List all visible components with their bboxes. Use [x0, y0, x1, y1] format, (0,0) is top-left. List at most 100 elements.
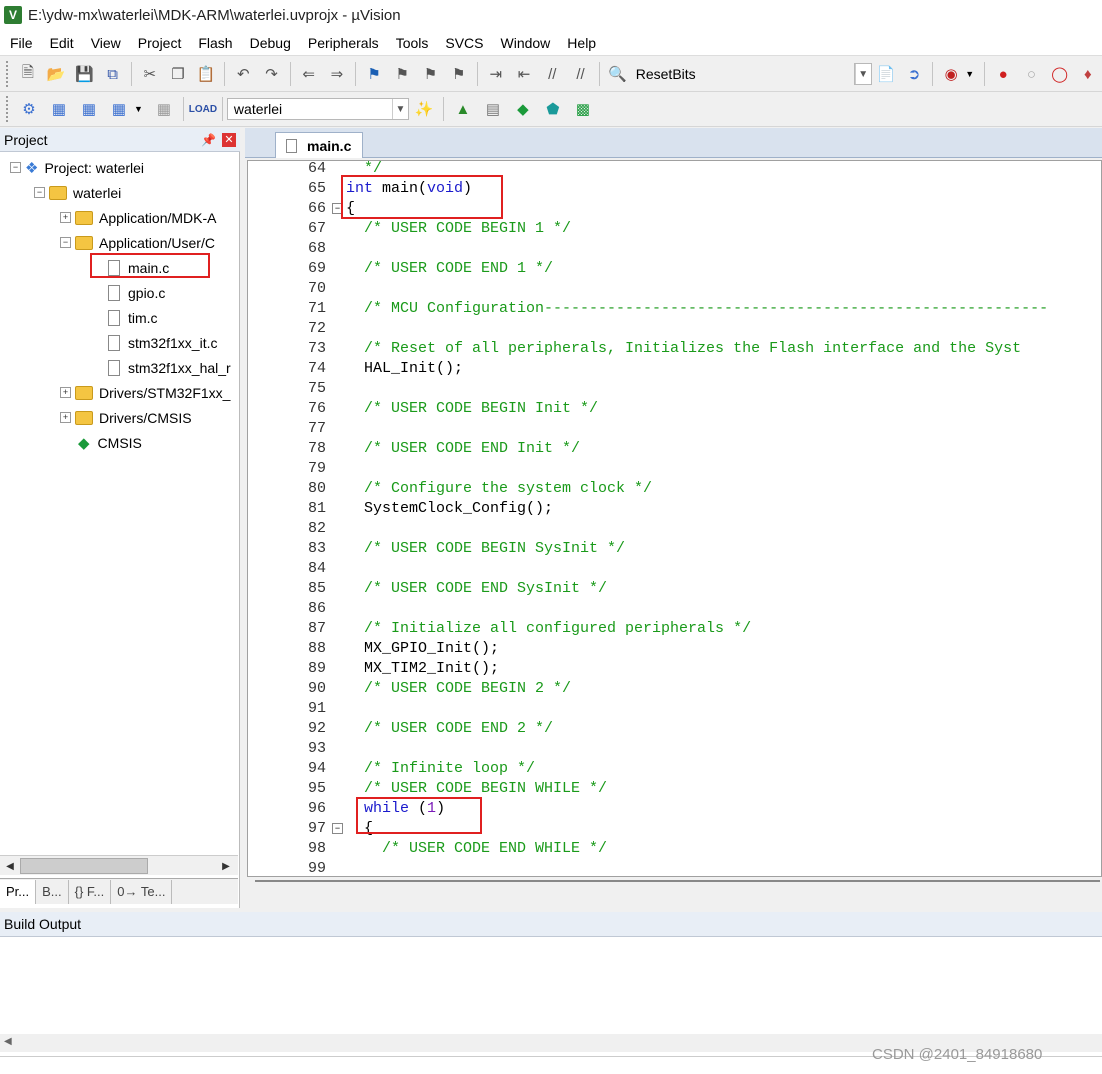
options-for-target-icon[interactable]: ✨ [413, 98, 435, 120]
new-file-icon[interactable]: 🗎 [18, 63, 38, 85]
menu-view[interactable]: View [81, 35, 128, 51]
menu-window[interactable]: Window [491, 35, 558, 51]
tree-item-file-hal[interactable]: stm32f1xx_hal_r [108, 355, 231, 380]
folder-icon [75, 210, 93, 225]
tree-item-group-user[interactable]: − Application/User/C [60, 230, 215, 255]
incremental-find-icon[interactable]: ➲ [904, 63, 924, 85]
unindent-icon[interactable]: ⇤ [514, 63, 534, 85]
find-in-files-icon[interactable]: 🔍 [608, 63, 628, 85]
menu-file[interactable]: File [0, 35, 40, 51]
pin-icon[interactable]: 📌 [201, 133, 216, 147]
tree-item-group-drivers-cmsis[interactable]: + Drivers/CMSIS [60, 405, 192, 430]
find-combo[interactable]: ▼ [853, 63, 872, 85]
fold-toggle-icon[interactable]: − [332, 823, 343, 834]
code-editor[interactable]: 64 65 66 − 67 68 69 70 71 72 73 74 75 76 77 78 79 80 81 82 8… [247, 160, 1102, 877]
scroll-thumb[interactable] [20, 858, 148, 874]
tab-main-c[interactable]: main.c [275, 132, 363, 158]
pack-installer-icon[interactable]: ▩ [572, 98, 594, 120]
chevron-down-icon[interactable]: ▼ [391, 99, 408, 119]
expand-icon[interactable]: + [60, 212, 71, 223]
file-toolbar: 🗎 📂 💾 ⧉ ✂ ❐ 📋 ↶ ↷ ⇐ ⇒ ⚑ ⚑ ⚑ ⚑ ⇥ ⇤ // // … [0, 57, 1102, 92]
project-icon: ❖ [25, 159, 39, 177]
save-icon[interactable]: 💾 [74, 63, 94, 85]
project-panel: Project 📌 ✕ − ❖ Project: waterlei − wate… [0, 128, 240, 908]
kill-breakpoints-icon[interactable]: ◯ [1050, 63, 1070, 85]
download-load-icon[interactable]: LOAD [189, 98, 217, 120]
prev-bookmark-icon[interactable]: ⚑ [392, 63, 412, 85]
chevron-down-icon[interactable]: ▼ [134, 104, 143, 114]
cut-icon[interactable]: ✂ [140, 63, 160, 85]
chevron-down-icon[interactable]: ▼ [965, 69, 974, 79]
tree-item-cmsis[interactable]: ◆ CMSIS [78, 430, 142, 455]
uncomment-icon[interactable]: // [570, 63, 590, 85]
collapse-icon[interactable]: − [34, 187, 45, 198]
tree-item-group-mdk[interactable]: + Application/MDK-A [60, 205, 217, 230]
menu-flash[interactable]: Flash [188, 35, 239, 51]
menu-svcs[interactable]: SVCS [435, 35, 490, 51]
select-packs-icon[interactable]: ⬟ [542, 98, 564, 120]
clear-bookmarks-icon[interactable]: ⚑ [449, 63, 469, 85]
toolbar-grip[interactable] [6, 96, 10, 122]
tab-books[interactable]: B... [36, 879, 69, 904]
paste-icon[interactable]: 📋 [196, 63, 216, 85]
open-folder-icon[interactable]: 📂 [46, 63, 66, 85]
scroll-left-icon[interactable]: ◀ [2, 858, 18, 874]
menu-edit[interactable]: Edit [40, 35, 81, 51]
code-line: /* USER CODE BEGIN Init */ [346, 400, 599, 417]
editor-horizontal-scrollbar[interactable] [255, 880, 1100, 890]
disable-breakpoint-icon[interactable]: ○ [1021, 63, 1041, 85]
expand-icon[interactable]: + [60, 412, 71, 423]
tree-item-file-it[interactable]: stm32f1xx_it.c [108, 330, 217, 355]
tree-item-project-root[interactable]: − ❖ Project: waterlei [10, 155, 144, 180]
manage-rte-icon[interactable]: ◆ [512, 98, 534, 120]
line-number: 73 [307, 340, 326, 357]
translate-icon[interactable]: ⚙ [18, 98, 40, 120]
redo-icon[interactable]: ↷ [261, 63, 281, 85]
menu-peripherals[interactable]: Peripherals [298, 35, 386, 51]
menu-project[interactable]: Project [128, 35, 189, 51]
file-extensions-icon[interactable]: ▤ [482, 98, 504, 120]
project-horizontal-scrollbar[interactable]: ◀ ▶ [0, 855, 238, 875]
undo-icon[interactable]: ↶ [233, 63, 253, 85]
breakpoint-icon[interactable]: ● [993, 63, 1013, 85]
target-select[interactable]: waterlei ▼ [226, 98, 409, 120]
tab-project[interactable]: Pr... [0, 879, 37, 904]
tab-templates[interactable]: 0→ Te... [111, 879, 173, 904]
scroll-right-icon[interactable]: ▶ [218, 858, 234, 874]
code-line: MX_TIM2_Init(); [346, 660, 500, 677]
toolbar-grip[interactable] [6, 61, 10, 87]
tree-item-group-drivers-stm32[interactable]: + Drivers/STM32F1xx_ [60, 380, 230, 405]
bookmark-icon[interactable]: ⚑ [364, 63, 384, 85]
line-number: 91 [307, 700, 326, 717]
next-bookmark-icon[interactable]: ⚑ [420, 63, 440, 85]
collapse-icon[interactable]: − [60, 237, 71, 248]
close-icon[interactable]: ✕ [222, 132, 236, 147]
watch-icon[interactable]: ♦ [1078, 63, 1098, 85]
menu-help[interactable]: Help [557, 35, 603, 51]
tree-item-file-tim[interactable]: tim.c [108, 305, 158, 330]
rebuild-icon[interactable]: ▦ [78, 98, 100, 120]
indent-icon[interactable]: ⇥ [486, 63, 506, 85]
manage-project-items-icon[interactable]: ▲ [452, 98, 474, 120]
menu-tools[interactable]: Tools [386, 35, 436, 51]
copy-icon[interactable]: ❐ [168, 63, 188, 85]
tree-item-file-gpio[interactable]: gpio.c [108, 280, 165, 305]
tab-functions[interactable]: {} F... [69, 879, 112, 904]
scroll-left-icon[interactable]: ◀ [4, 1036, 12, 1047]
tree-item-target[interactable]: − waterlei [34, 180, 121, 205]
resetbits-label[interactable]: ResetBits [636, 66, 696, 82]
line-number: 84 [307, 560, 326, 577]
debug-session-icon[interactable]: ◉ [941, 63, 961, 85]
nav-forward-icon[interactable]: ⇒ [327, 63, 347, 85]
stop-build-icon[interactable]: ▦ [153, 98, 175, 120]
save-all-icon[interactable]: ⧉ [103, 63, 123, 85]
nav-back-icon[interactable]: ⇐ [299, 63, 319, 85]
find-icon[interactable]: 📄 [876, 63, 896, 85]
comment-icon[interactable]: // [542, 63, 562, 85]
build-icon[interactable]: ▦ [48, 98, 70, 120]
expand-icon[interactable]: + [60, 387, 71, 398]
chevron-down-icon[interactable]: ▼ [854, 64, 871, 84]
batch-build-icon[interactable]: ▦ [108, 98, 130, 120]
menu-debug[interactable]: Debug [240, 35, 298, 51]
collapse-icon[interactable]: − [10, 162, 21, 173]
